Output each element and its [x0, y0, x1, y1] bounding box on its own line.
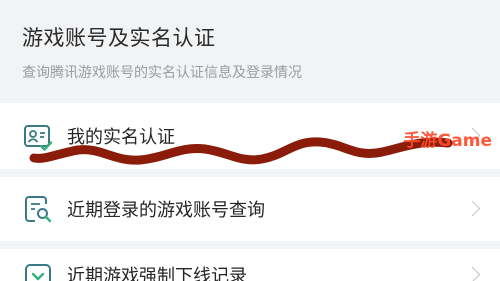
watermark-logo: 手游Game [403, 131, 492, 151]
menu-item-forced-logout-record[interactable]: 近期游戏强制下线记录 [0, 249, 500, 281]
page: 游戏账号及实名认证 查询腾讯游戏账号的实名认证信息及登录情况 我的实名认证 近期… [0, 0, 500, 281]
section-title: 游戏账号及实名认证 [22, 26, 216, 50]
id-card-check-icon [23, 122, 53, 152]
download-record-icon [23, 262, 53, 281]
chevron-right-icon [464, 200, 481, 217]
menu-item-label: 我的实名认证 [67, 127, 175, 148]
menu-item-recent-login-query[interactable]: 近期登录的游戏账号查询 [0, 177, 500, 241]
menu-item-label: 近期游戏强制下线记录 [67, 266, 247, 281]
document-search-icon [23, 194, 53, 224]
chevron-right-icon [464, 266, 481, 281]
menu-item-label: 近期登录的游戏账号查询 [67, 200, 265, 221]
section-subtitle: 查询腾讯游戏账号的实名认证信息及登录情况 [22, 65, 302, 81]
